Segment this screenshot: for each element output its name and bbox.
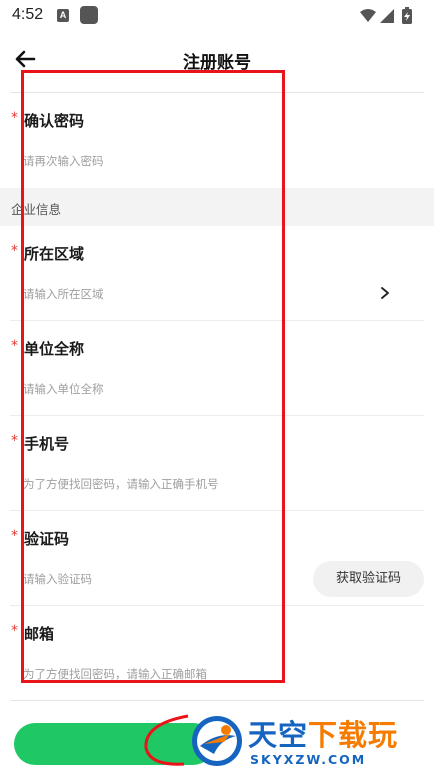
watermark-logo-icon <box>192 716 242 766</box>
watermark-main: 天空 <box>248 718 309 752</box>
divider <box>10 700 424 701</box>
status-icons <box>360 7 412 24</box>
annotation-highlight-box <box>21 70 285 683</box>
watermark-url: SKYXZW.COM <box>250 752 367 767</box>
signal-icon <box>380 9 394 23</box>
required-mark: * <box>11 528 18 544</box>
required-mark: * <box>11 623 18 639</box>
required-mark: * <box>11 243 18 259</box>
watermark-text: 天空下载玩 <box>248 712 398 754</box>
status-bar: 4:52 A <box>0 0 434 32</box>
app-square-icon <box>80 6 98 24</box>
status-time: 4:52 <box>12 6 44 23</box>
chevron-right-icon[interactable] <box>378 285 392 301</box>
required-mark: * <box>11 338 18 354</box>
battery-charging-icon <box>402 7 412 24</box>
wifi-icon <box>360 9 376 22</box>
get-code-button[interactable]: 获取验证码 <box>313 561 424 597</box>
required-mark: * <box>11 433 18 449</box>
required-mark: * <box>11 110 18 126</box>
watermark: 天空下载玩 SKYXZW.COM <box>186 712 434 771</box>
watermark-accent: 下载玩 <box>308 718 399 752</box>
a-badge-icon: A <box>57 9 69 22</box>
